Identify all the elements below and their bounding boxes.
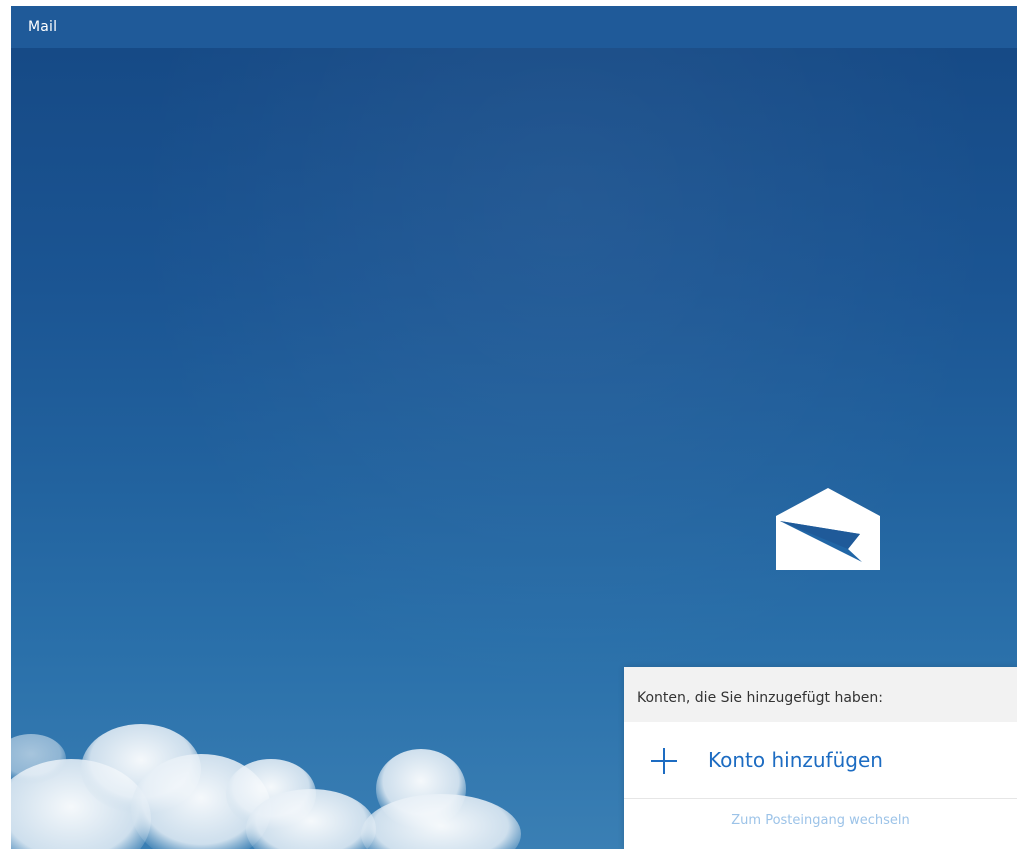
account-panel-header: Konten, die Sie hinzugefügt haben: bbox=[624, 667, 1017, 722]
accounts-added-label: Konten, die Sie hinzugefügt haben: bbox=[637, 690, 884, 706]
mail-app-window: Mail Konten, die Sie hinzugefügt haben: … bbox=[0, 0, 1017, 849]
title-bar[interactable]: Mail bbox=[11, 6, 1017, 48]
switch-to-inbox-link[interactable]: Zum Posteingang wechseln bbox=[624, 812, 1017, 830]
add-account-button[interactable]: Konto hinzufügen bbox=[624, 722, 1017, 798]
panel-divider bbox=[624, 798, 1017, 799]
mail-envelope-icon bbox=[776, 488, 880, 570]
cloud-decoration bbox=[11, 724, 521, 849]
app-title: Mail bbox=[28, 19, 58, 35]
window-left-edge bbox=[0, 0, 11, 849]
add-account-label: Konto hinzufügen bbox=[708, 748, 883, 772]
account-panel: Konten, die Sie hinzugefügt haben: Konto… bbox=[624, 667, 1017, 849]
plus-icon bbox=[651, 748, 677, 774]
